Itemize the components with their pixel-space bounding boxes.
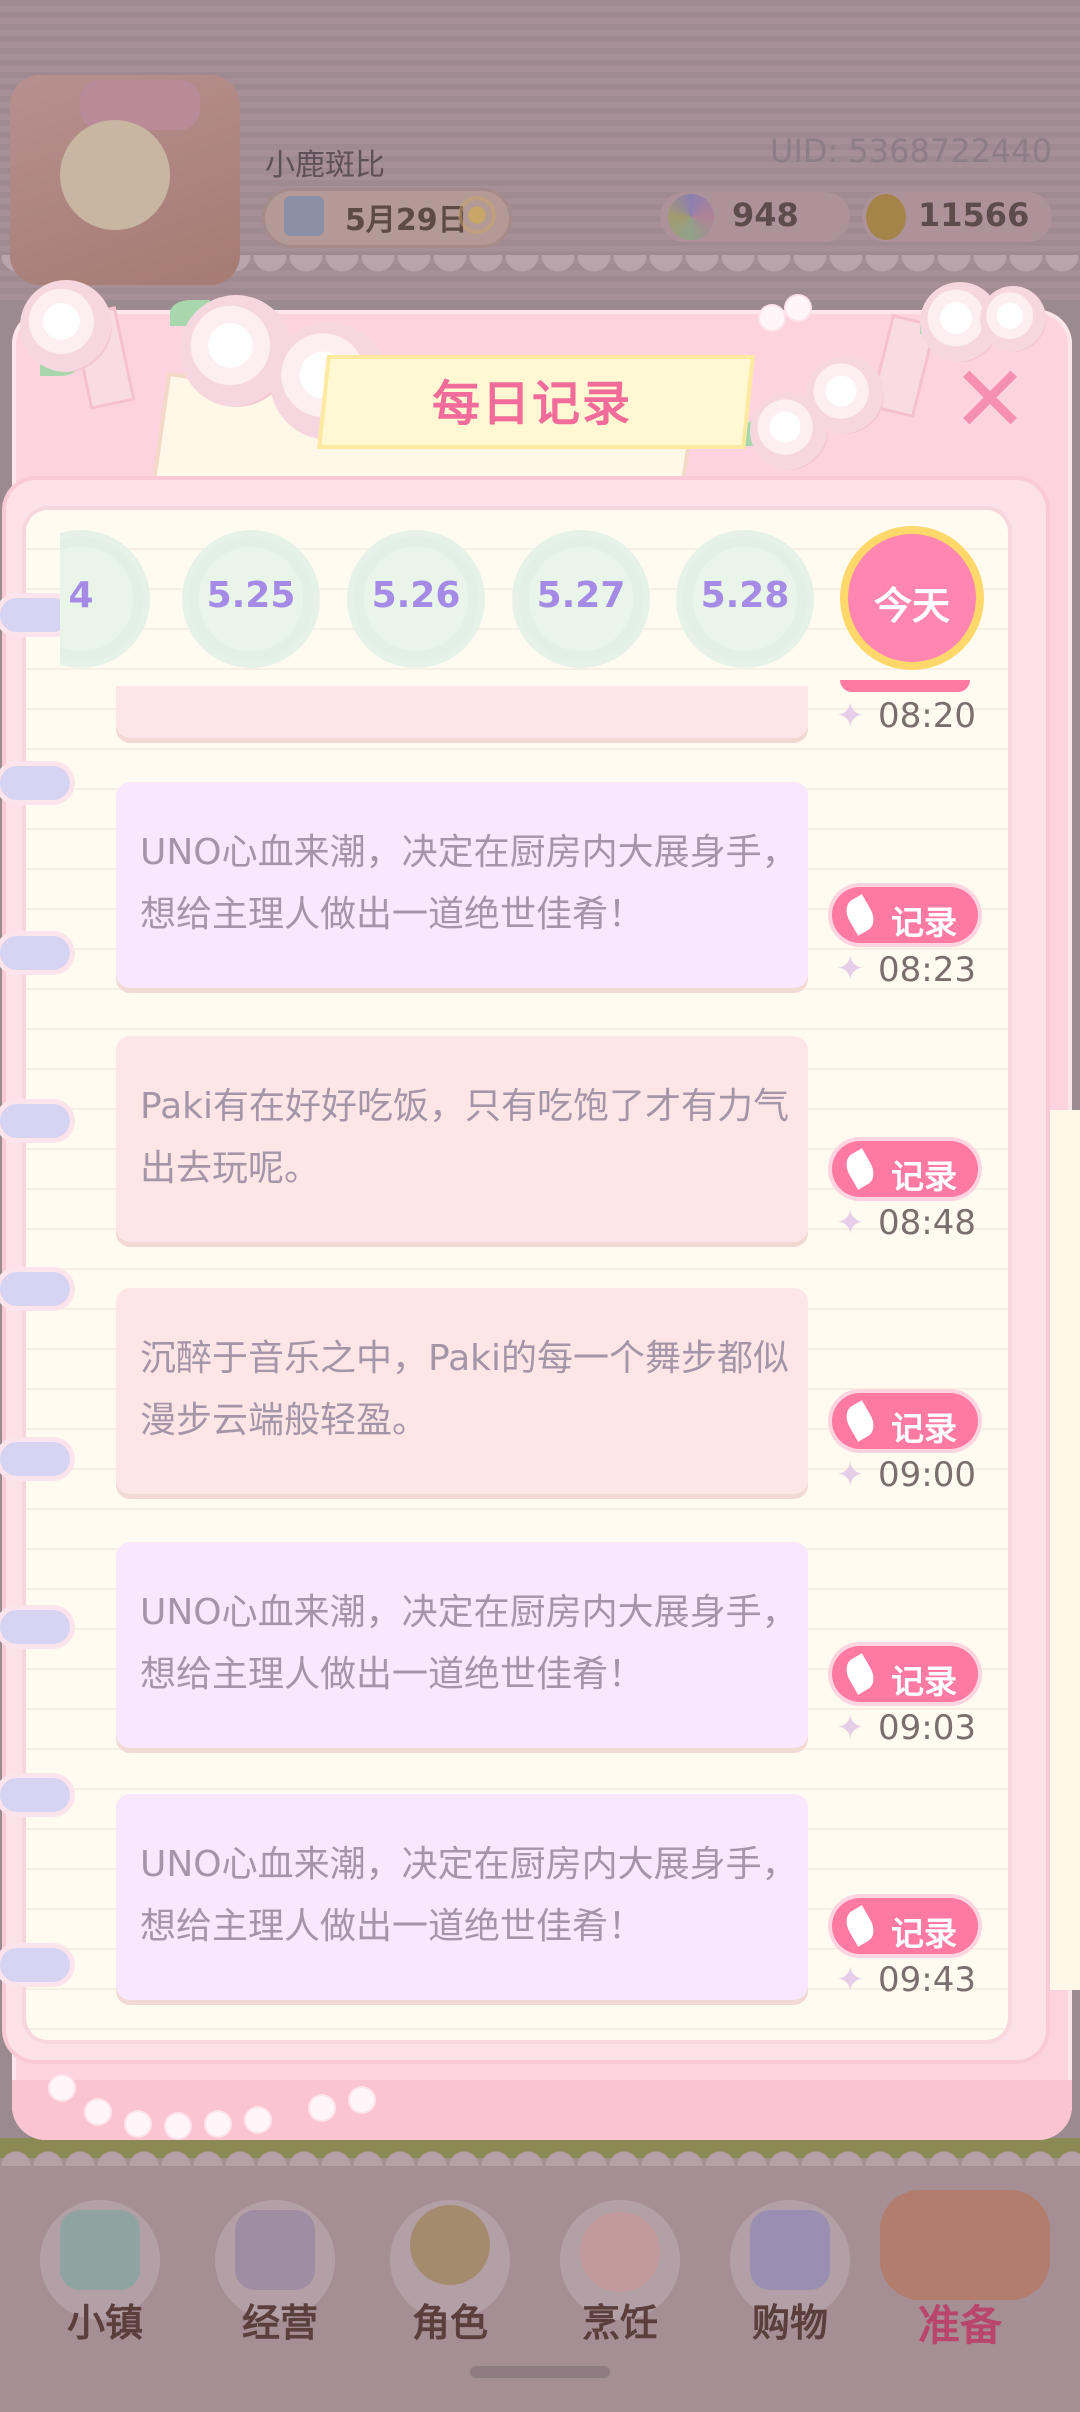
pearl-decoration bbox=[166, 2114, 190, 2138]
nav-label-shopping: 购物 bbox=[751, 2301, 828, 2345]
home-indicator[interactable] bbox=[470, 2366, 610, 2378]
close-icon[interactable]: ✕ bbox=[950, 354, 1030, 446]
record-time: 08:23 bbox=[878, 950, 976, 990]
record-button-label: 记录 bbox=[891, 1157, 957, 1196]
pearl-decoration bbox=[86, 2100, 110, 2124]
record-time: 09:00 bbox=[878, 1455, 976, 1495]
sparkle-icon: ✦ bbox=[836, 1708, 865, 1748]
binder-ring bbox=[0, 1948, 70, 1982]
pearl-decoration bbox=[126, 2112, 150, 2136]
record-time: 09:43 bbox=[878, 1960, 976, 2000]
rose-decoration bbox=[20, 280, 112, 372]
pearl-decoration bbox=[760, 306, 784, 330]
sun-weather-icon bbox=[462, 200, 492, 230]
record-button-partial[interactable] bbox=[840, 680, 970, 692]
record-text: UNO心血来潮，决定在厨房内大展身手，想给主理人做出一道绝世佳肴！ bbox=[140, 1844, 798, 1947]
flower-count: 948 bbox=[732, 196, 799, 234]
nav-label-cooking: 烹饪 bbox=[581, 2301, 658, 2345]
nav-label-business: 经营 bbox=[241, 2301, 318, 2345]
binder-ring bbox=[0, 1272, 70, 1306]
nav-lace-border bbox=[0, 2140, 1080, 2166]
pearl-decoration bbox=[50, 2076, 74, 2100]
record-button-label: 记录 bbox=[891, 1409, 957, 1448]
date-tab-label: 5.27 bbox=[536, 575, 626, 616]
player-uid[interactable]: UID: 5368722440 bbox=[770, 132, 1052, 170]
binder-ring bbox=[0, 1104, 70, 1138]
sparkle-icon: ✦ bbox=[836, 696, 865, 736]
date-tab-label: 5.28 bbox=[700, 575, 790, 616]
basket-icon[interactable] bbox=[880, 2190, 1050, 2300]
shopping-bag-icon bbox=[750, 2210, 830, 2290]
pearl-decoration bbox=[786, 296, 810, 320]
dialog-title: 每日记录 bbox=[431, 376, 632, 432]
record-button-label: 记录 bbox=[891, 903, 957, 942]
sparkle-icon: ✦ bbox=[836, 949, 865, 989]
record-time: 08:20 bbox=[878, 696, 976, 736]
pearl-decoration bbox=[246, 2108, 270, 2132]
avatar-character-icon bbox=[60, 120, 170, 230]
date-tab-today-label: 今天 bbox=[873, 584, 950, 628]
date-tab-label: 5.26 bbox=[371, 575, 461, 616]
flower-currency-icon bbox=[668, 194, 714, 240]
sparkle-icon: ✦ bbox=[836, 1455, 865, 1495]
binder-ring bbox=[0, 1610, 70, 1644]
record-text: Paki有在好好吃饭，只有吃饱了才有力气出去玩呢。 bbox=[140, 1086, 790, 1189]
record-text: 沉醉于音乐之中，Paki的每一个舞步都似漫步云端般轻盈。 bbox=[140, 1338, 790, 1441]
cooking-icon bbox=[580, 2212, 660, 2292]
coin-icon bbox=[866, 194, 906, 240]
nav-label-town: 小镇 bbox=[66, 2301, 143, 2345]
record-text: UNO心血来潮，决定在厨房内大展身手，想给主理人做出一道绝世佳肴！ bbox=[140, 1592, 798, 1695]
player-name: 小鹿斑比 bbox=[265, 148, 385, 183]
binder-ring bbox=[0, 1778, 70, 1812]
binder-ring bbox=[0, 1442, 70, 1476]
map-icon bbox=[60, 2210, 140, 2290]
coin-count: 11566 bbox=[918, 196, 1030, 234]
current-date: 5月29日 bbox=[345, 203, 468, 238]
nav-label-prepare: 准备 bbox=[917, 2301, 1002, 2350]
record-button-label: 记录 bbox=[891, 1662, 957, 1701]
pearl-decoration bbox=[206, 2112, 230, 2136]
shop-bag-icon bbox=[235, 2210, 315, 2290]
character-icon bbox=[410, 2205, 490, 2285]
record-text: UNO心血来潮，决定在厨房内大展身手，想给主理人做出一道绝世佳肴！ bbox=[140, 832, 798, 935]
record-card-partial bbox=[116, 686, 808, 738]
date-tab-label: 5.25 bbox=[206, 575, 296, 616]
binder-ring bbox=[0, 766, 70, 800]
record-time: 09:03 bbox=[878, 1708, 976, 1748]
sparkle-icon: ✦ bbox=[836, 1960, 865, 2000]
rose-decoration bbox=[806, 356, 884, 434]
pearl-decoration bbox=[350, 2088, 374, 2112]
record-button-label: 记录 bbox=[891, 1914, 957, 1953]
side-paper-decoration bbox=[1040, 1110, 1080, 1990]
pearl-decoration bbox=[310, 2096, 334, 2120]
date-tabs[interactable]: 4 5.25 5.26 5.27 5.28 bbox=[60, 520, 980, 680]
rose-decoration bbox=[980, 286, 1046, 352]
date-tab-label: 4 bbox=[68, 575, 94, 616]
nav-label-character: 角色 bbox=[411, 2301, 488, 2345]
sparkle-icon: ✦ bbox=[836, 1203, 865, 1243]
record-time: 08:48 bbox=[878, 1203, 976, 1243]
binder-ring bbox=[0, 936, 70, 970]
calendar-icon bbox=[284, 196, 324, 236]
